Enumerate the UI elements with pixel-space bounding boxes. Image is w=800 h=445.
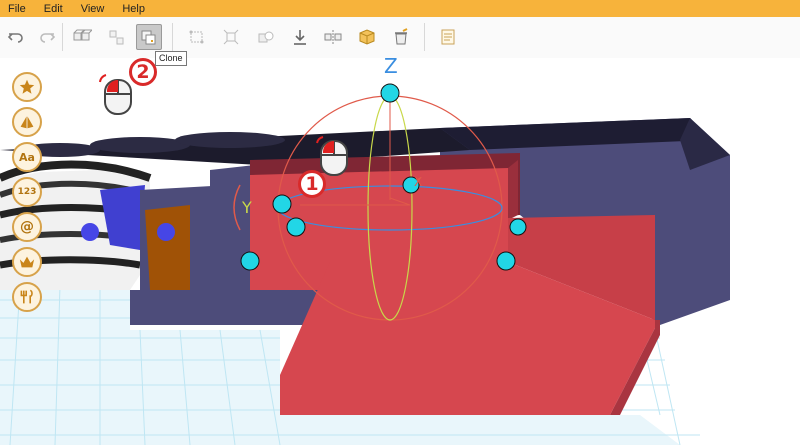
tools-icon [20, 289, 33, 304]
step-callout-2: 2 [129, 58, 157, 86]
notes-button[interactable] [435, 24, 461, 50]
scale-handle[interactable] [286, 217, 306, 237]
delete-button[interactable] [388, 24, 414, 50]
sidebar-shapes-button[interactable] [12, 107, 42, 137]
ungroup-button[interactable] [104, 24, 130, 50]
sidebar-favorites-button[interactable] [12, 72, 42, 102]
menu-bar: File Edit View Help [0, 0, 800, 17]
toolbar-separator [172, 23, 173, 51]
menu-file[interactable]: File [0, 3, 36, 15]
clone-button[interactable] [136, 24, 162, 50]
scale-handle[interactable] [272, 194, 292, 214]
explode-button[interactable] [218, 24, 244, 50]
text-icon: Aa [19, 150, 35, 164]
drop-to-floor-button[interactable] [287, 24, 313, 50]
scale-handle[interactable] [240, 251, 260, 271]
menu-view[interactable]: View [73, 3, 115, 15]
scene: Z Y X [0, 58, 730, 445]
sidebar-numbers-button[interactable]: 123 [12, 177, 42, 207]
sidebar-crown-button[interactable] [12, 247, 42, 277]
mirror-icon [324, 30, 342, 44]
scale-handle[interactable] [380, 83, 400, 103]
mouse-left-click-icon [99, 74, 132, 115]
clone-icon [141, 30, 156, 45]
menu-edit[interactable]: Edit [36, 3, 73, 15]
sidebar-tools-button[interactable] [12, 282, 42, 312]
y-axis-label: Y [241, 198, 252, 217]
star-icon [19, 79, 35, 94]
undo-icon [7, 33, 23, 43]
menu-help[interactable]: Help [114, 3, 155, 15]
scale-handle[interactable] [509, 218, 527, 236]
clone-tooltip: Clone [155, 51, 187, 66]
undo-button[interactable] [3, 24, 29, 50]
subtract-button[interactable] [253, 24, 279, 50]
box-icon [359, 29, 375, 45]
delete-icon [395, 28, 408, 45]
redo-icon [40, 33, 56, 43]
z-axis-label: Z [384, 58, 398, 78]
group-icon [73, 29, 92, 41]
step-callout-1: 1 [298, 170, 326, 198]
subtract-icon [258, 31, 274, 43]
ungroup-icon [109, 30, 124, 45]
drop-to-floor-icon [294, 30, 306, 45]
align-icon [189, 30, 204, 44]
align-button[interactable] [184, 24, 210, 50]
notes-icon [441, 29, 455, 45]
sidebar-symbols-button[interactable]: @ [12, 212, 42, 242]
number-icon: 123 [17, 187, 37, 197]
mirror-button[interactable] [320, 24, 346, 50]
box-button[interactable] [354, 24, 380, 50]
toolbar-separator [62, 23, 63, 51]
x-axis-label: X [414, 175, 422, 189]
symbol-icon: @ [20, 219, 34, 235]
redo-button[interactable] [34, 24, 60, 50]
scale-handle[interactable] [496, 251, 516, 271]
toolbar [0, 17, 800, 59]
group-button[interactable] [69, 24, 95, 50]
toolbar-separator [424, 23, 425, 51]
3d-viewport[interactable]: Z Y X 1 2 [0, 58, 800, 445]
crown-icon [19, 256, 35, 268]
explode-icon [223, 29, 239, 45]
sidebar-text-button[interactable]: Aa [12, 142, 42, 172]
shape-icon [20, 115, 34, 129]
